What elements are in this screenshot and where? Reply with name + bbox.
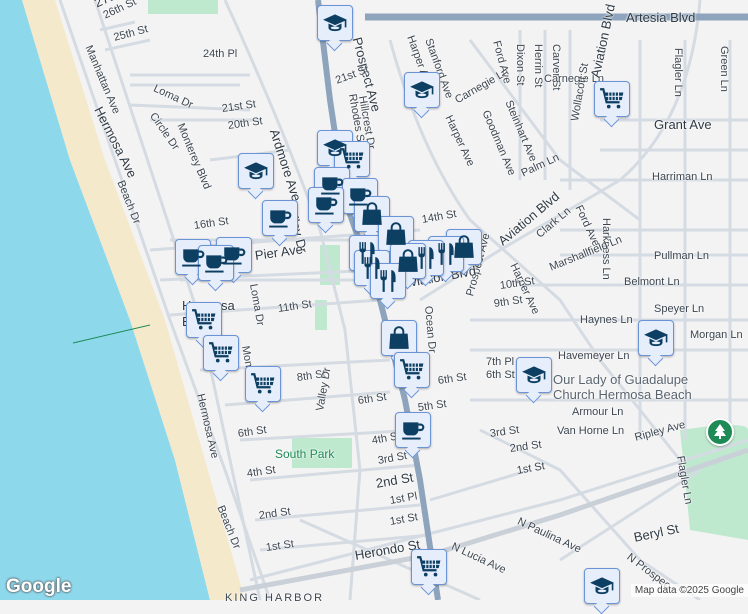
google-logo: Google <box>6 576 72 597</box>
marker-shopping[interactable] <box>381 320 417 356</box>
street-label: Flagler Ln <box>672 48 684 97</box>
marker-restaurant[interactable] <box>370 263 406 299</box>
coffee-cup-icon <box>267 205 293 231</box>
shopping-cart-icon <box>191 307 217 333</box>
graduation-cap-icon <box>643 325 669 351</box>
coffee-cup-icon <box>400 417 426 443</box>
marker-cafe[interactable] <box>308 187 344 223</box>
marker-school[interactable] <box>638 320 674 356</box>
marker-grocery[interactable] <box>394 352 430 388</box>
marker-school[interactable] <box>584 568 620 604</box>
marker-cafe[interactable] <box>198 245 234 281</box>
shopping-cart-icon <box>599 86 625 112</box>
marker-shopping[interactable] <box>378 216 414 252</box>
coffee-cup-icon <box>203 250 229 276</box>
street-label: Morgan Ln <box>690 329 743 341</box>
shopping-bag-icon <box>359 201 385 227</box>
shopping-bag-icon <box>386 325 412 351</box>
park-label-south-park: South Park <box>275 447 335 461</box>
street-label: 7th Pl <box>486 356 515 368</box>
graduation-cap-icon <box>589 573 615 599</box>
street-label: Armour Ln <box>572 406 624 418</box>
street-label: Green Ln <box>718 46 730 92</box>
shopping-cart-icon <box>250 371 276 397</box>
street-label: Haynes Ln <box>580 314 633 326</box>
map-attribution[interactable]: Map data ©2025 Google <box>630 584 748 597</box>
street-label: Speyer Ln <box>654 303 705 315</box>
street-label: 24th Pl <box>203 48 238 60</box>
graduation-cap-icon <box>521 362 547 388</box>
poi-label-church: Our Lady of Guadalupe Church Hermosa Bea… <box>553 372 692 402</box>
graduation-cap-icon <box>409 77 435 103</box>
street-label: Belmont Ln <box>624 276 680 288</box>
street-label: Pullman Ln <box>654 250 710 262</box>
shopping-cart-icon <box>399 357 425 383</box>
park-pin[interactable] <box>706 418 734 446</box>
street-label: Artesia Blvd <box>626 10 696 25</box>
tree-icon <box>714 424 726 439</box>
shopping-cart-icon <box>339 146 365 172</box>
marker-school[interactable] <box>238 153 274 189</box>
shopping-cart-icon <box>208 340 234 366</box>
marker-school[interactable] <box>317 5 353 41</box>
street-label: Herrin St <box>532 44 544 88</box>
graduation-cap-icon <box>243 158 269 184</box>
marker-grocery[interactable] <box>203 335 239 371</box>
street-label: Dixon St <box>514 44 526 86</box>
fork-knife-icon <box>375 268 401 294</box>
marker-grocery[interactable] <box>411 549 447 585</box>
coffee-cup-icon <box>313 192 339 218</box>
marker-school[interactable] <box>404 72 440 108</box>
marker-cafe[interactable] <box>395 412 431 448</box>
shopping-bag-icon <box>383 221 409 247</box>
street-label: Havemeyer Ln <box>558 350 630 362</box>
marker-cafe[interactable] <box>262 200 298 236</box>
marker-grocery[interactable] <box>245 366 281 402</box>
marker-school[interactable] <box>516 357 552 393</box>
marker-grocery[interactable] <box>186 302 222 338</box>
street-label: Grant Ave <box>654 117 712 132</box>
area-label: KING HARBOR <box>225 592 325 604</box>
street-label: Van Horne Ln <box>557 425 625 437</box>
shopping-cart-icon <box>416 554 442 580</box>
street-label: Harriman Ln <box>652 171 713 183</box>
graduation-cap-icon <box>322 10 348 36</box>
street-label: 6th St <box>486 369 515 381</box>
marker-grocery[interactable] <box>594 81 630 117</box>
